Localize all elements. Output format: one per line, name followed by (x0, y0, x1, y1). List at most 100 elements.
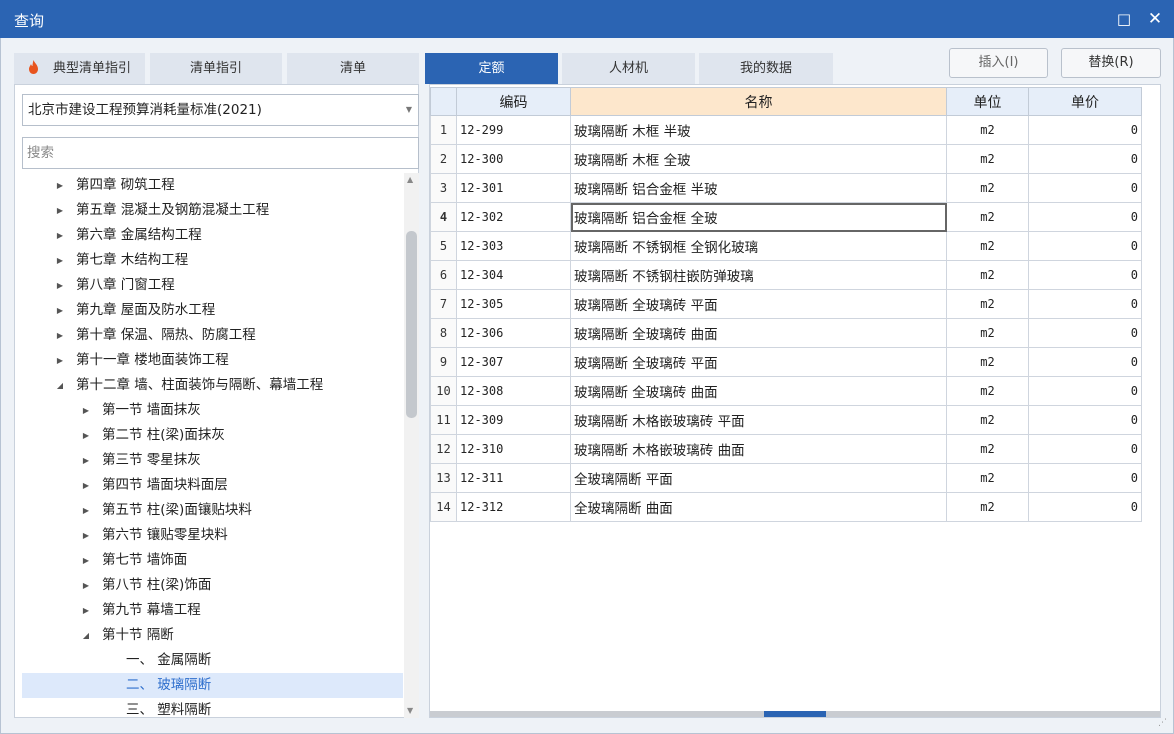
tree-node[interactable]: ▶ 第二节 柱(梁)面抹灰 (22, 423, 403, 448)
unit-cell[interactable]: m2 (946, 347, 1029, 377)
name-cell[interactable]: 玻璃隔断 铝合金框 半玻 (570, 173, 947, 203)
unit-cell[interactable]: m2 (946, 405, 1029, 435)
library-select[interactable]: 北京市建设工程预算消耗量标准(2021) ▼ (22, 94, 419, 126)
table-row[interactable]: 12 12-310 玻璃隔断 木格嵌玻璃砖 曲面 m2 0 (430, 434, 1142, 464)
price-cell[interactable]: 0 (1028, 434, 1142, 464)
close-icon[interactable]: ✕ (1143, 7, 1167, 31)
tree-node[interactable]: ▶ 第三节 零星抹灰 (22, 448, 403, 473)
expand-arrow-icon[interactable]: ▶ (54, 348, 66, 373)
tree-node[interactable]: 三、 塑料隔断 (22, 698, 403, 718)
table-row[interactable]: 13 12-311 全玻璃隔断 平面 m2 0 (430, 463, 1142, 493)
code-cell[interactable]: 12-303 (456, 231, 571, 261)
unit-cell[interactable]: m2 (946, 318, 1029, 348)
unit-cell[interactable]: m2 (946, 492, 1029, 522)
tree-node[interactable]: ▶ 第四节 墙面块料面层 (22, 473, 403, 498)
price-cell[interactable]: 0 (1028, 347, 1142, 377)
name-cell[interactable]: 玻璃隔断 全玻璃砖 平面 (570, 289, 947, 319)
table-row[interactable]: 5 12-303 玻璃隔断 不锈钢框 全钢化玻璃 m2 0 (430, 231, 1142, 261)
price-cell[interactable]: 0 (1028, 260, 1142, 290)
table-row[interactable]: 1 12-299 玻璃隔断 木框 半玻 m2 0 (430, 115, 1142, 145)
unit-cell[interactable]: m2 (946, 376, 1029, 406)
name-cell[interactable]: 玻璃隔断 全玻璃砖 曲面 (570, 376, 947, 406)
expand-arrow-icon[interactable]: ▶ (54, 223, 66, 248)
table-row[interactable]: 10 12-308 玻璃隔断 全玻璃砖 曲面 m2 0 (430, 376, 1142, 406)
insert-button[interactable]: 插入(I) (949, 48, 1048, 78)
row-number[interactable]: 12 (430, 434, 457, 464)
name-cell[interactable]: 玻璃隔断 木框 全玻 (570, 144, 947, 174)
row-number[interactable]: 11 (430, 405, 457, 435)
tree-node[interactable]: ▶ 第八节 柱(梁)饰面 (22, 573, 403, 598)
price-cell[interactable]: 0 (1028, 173, 1142, 203)
price-cell[interactable]: 0 (1028, 492, 1142, 522)
name-cell[interactable]: 全玻璃隔断 平面 (570, 463, 947, 493)
expand-arrow-icon[interactable]: ▶ (80, 498, 92, 523)
tree-node[interactable]: ▶ 第九节 幕墙工程 (22, 598, 403, 623)
expand-arrow-icon[interactable]: ▶ (54, 173, 66, 198)
code-cell[interactable]: 12-299 (456, 115, 571, 145)
code-cell[interactable]: 12-302 (456, 202, 571, 232)
table-row[interactable]: 9 12-307 玻璃隔断 全玻璃砖 平面 m2 0 (430, 347, 1142, 377)
scrollbar-thumb[interactable] (764, 711, 826, 717)
tree-node[interactable]: ▶ 第四章 砌筑工程 (22, 173, 403, 198)
row-number[interactable]: 13 (430, 463, 457, 493)
tree-node[interactable]: 二、 玻璃隔断 (22, 673, 403, 698)
row-number[interactable]: 4 (430, 202, 457, 232)
table-row[interactable]: 3 12-301 玻璃隔断 铝合金框 半玻 m2 0 (430, 173, 1142, 203)
column-header-name[interactable]: 名称 (570, 87, 947, 116)
column-header-code[interactable]: 编码 (456, 87, 571, 116)
name-cell[interactable]: 玻璃隔断 不锈钢柱嵌防弹玻璃 (570, 260, 947, 290)
price-cell[interactable]: 0 (1028, 231, 1142, 261)
tree-node[interactable]: ▶ 第十一章 楼地面装饰工程 (22, 348, 403, 373)
row-number[interactable]: 10 (430, 376, 457, 406)
expand-arrow-icon[interactable]: ▶ (54, 248, 66, 273)
tab-quota[interactable]: 定额 (425, 53, 558, 84)
resize-grip-icon[interactable]: ⋰ (1158, 718, 1167, 728)
table-row[interactable]: 7 12-305 玻璃隔断 全玻璃砖 平面 m2 0 (430, 289, 1142, 319)
row-number[interactable]: 3 (430, 173, 457, 203)
row-number[interactable]: 7 (430, 289, 457, 319)
code-cell[interactable]: 12-305 (456, 289, 571, 319)
code-cell[interactable]: 12-300 (456, 144, 571, 174)
tree-node[interactable]: ▶ 第十章 保温、隔热、防腐工程 (22, 323, 403, 348)
column-header-price[interactable]: 单价 (1028, 87, 1142, 116)
tab-my-data[interactable]: 我的数据 (699, 53, 833, 84)
tree-node[interactable]: ▶ 第五章 混凝土及钢筋混凝土工程 (22, 198, 403, 223)
expand-arrow-icon[interactable]: ▶ (54, 198, 66, 223)
expand-arrow-icon[interactable]: ▶ (54, 323, 66, 348)
price-cell[interactable]: 0 (1028, 144, 1142, 174)
price-cell[interactable]: 0 (1028, 463, 1142, 493)
price-cell[interactable]: 0 (1028, 405, 1142, 435)
code-cell[interactable]: 12-312 (456, 492, 571, 522)
row-number[interactable]: 2 (430, 144, 457, 174)
name-cell[interactable]: 玻璃隔断 木格嵌玻璃砖 平面 (570, 405, 947, 435)
tree-node[interactable]: ▶ 第一节 墙面抹灰 (22, 398, 403, 423)
table-row[interactable]: 6 12-304 玻璃隔断 不锈钢柱嵌防弹玻璃 m2 0 (430, 260, 1142, 290)
name-cell[interactable]: 玻璃隔断 全玻璃砖 曲面 (570, 318, 947, 348)
expand-arrow-icon[interactable]: ▶ (80, 423, 92, 448)
price-cell[interactable]: 0 (1028, 289, 1142, 319)
unit-cell[interactable]: m2 (946, 434, 1029, 464)
code-cell[interactable]: 12-304 (456, 260, 571, 290)
unit-cell[interactable]: m2 (946, 115, 1029, 145)
collapse-arrow-icon[interactable]: ◢ (54, 373, 66, 398)
row-number[interactable]: 14 (430, 492, 457, 522)
tree-node[interactable]: ▶ 第五节 柱(梁)面镶贴块料 (22, 498, 403, 523)
name-cell[interactable]: 玻璃隔断 木框 半玻 (570, 115, 947, 145)
row-number[interactable]: 1 (430, 115, 457, 145)
unit-cell[interactable]: m2 (946, 463, 1029, 493)
tab-typical-guide[interactable]: 典型清单指引 (14, 53, 145, 84)
tree-node[interactable]: ▶ 第六章 金属结构工程 (22, 223, 403, 248)
name-cell[interactable]: 玻璃隔断 全玻璃砖 平面 (570, 347, 947, 377)
table-row[interactable]: 14 12-312 全玻璃隔断 曲面 m2 0 (430, 492, 1142, 522)
tree-node[interactable]: ◢ 第十节 隔断 (22, 623, 403, 648)
row-number[interactable]: 9 (430, 347, 457, 377)
expand-arrow-icon[interactable]: ▶ (80, 398, 92, 423)
unit-cell[interactable]: m2 (946, 202, 1029, 232)
expand-arrow-icon[interactable]: ▶ (80, 598, 92, 623)
unit-cell[interactable]: m2 (946, 144, 1029, 174)
code-cell[interactable]: 12-309 (456, 405, 571, 435)
code-cell[interactable]: 12-308 (456, 376, 571, 406)
expand-arrow-icon[interactable]: ▶ (80, 573, 92, 598)
expand-arrow-icon[interactable]: ▶ (80, 548, 92, 573)
expand-arrow-icon[interactable]: ▶ (80, 473, 92, 498)
